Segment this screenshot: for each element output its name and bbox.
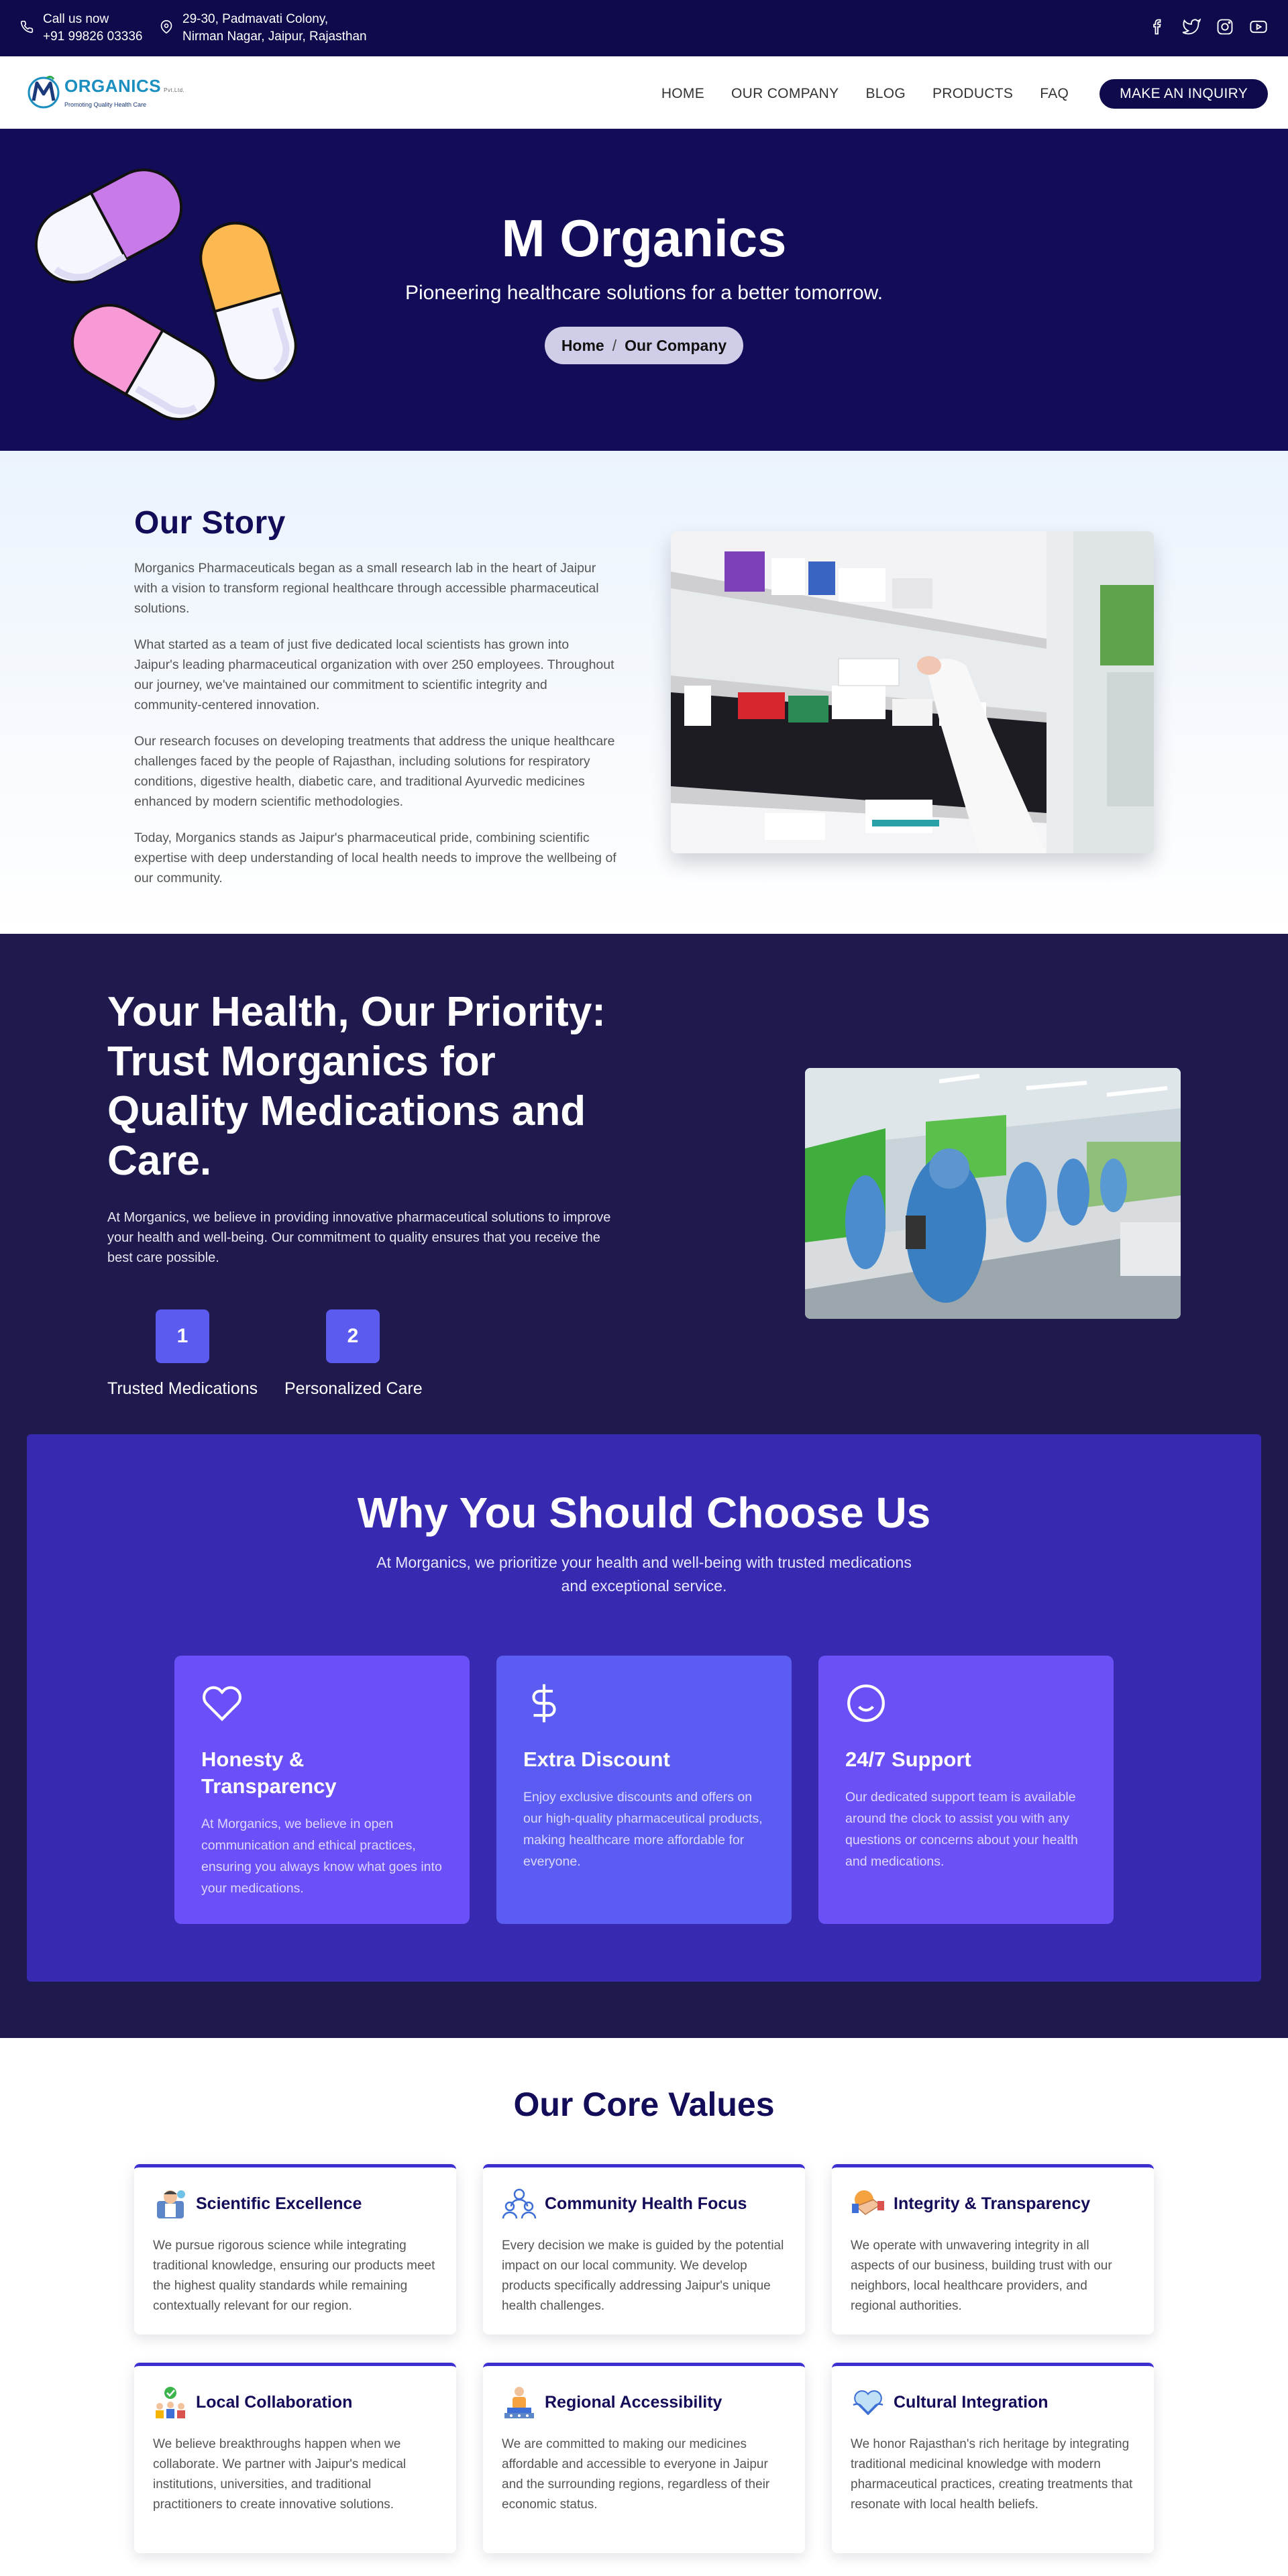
laboratory-photo	[805, 1068, 1181, 1319]
value-card-cultural-integration: Cultural Integration We honor Rajasthan'…	[832, 2363, 1154, 2553]
stat-trusted-medications: 1 Trusted Medications	[107, 1309, 258, 1399]
value-card-text: We are committed to making our medicines…	[502, 2437, 770, 2512]
value-card-scientific-excellence: Scientific Excellence We pursue rigorous…	[134, 2164, 456, 2334]
story-paragraph: Our research focuses on developing treat…	[134, 734, 615, 809]
value-card-text: We operate with unwavering integrity in …	[851, 2239, 1112, 2313]
stat-number: 1	[156, 1309, 209, 1363]
facebook-icon[interactable]	[1148, 17, 1167, 36]
stat-number: 2	[326, 1309, 380, 1363]
nav-item-blog[interactable]: BLOG	[865, 86, 906, 102]
values-title: Our Core Values	[513, 2086, 775, 2123]
logo-tagline: Promoting Quality Health Care	[64, 101, 147, 108]
story-paragraph: What started as a team of just five dedi…	[134, 637, 614, 712]
stat-label: Trusted Medications	[107, 1379, 258, 1398]
hero-title: M Organics	[501, 209, 787, 268]
feature-card-text: At Morganics, we believe in open communi…	[201, 1817, 442, 1896]
stat-label: Personalized Care	[284, 1379, 423, 1398]
breadcrumb-home[interactable]: Home	[561, 337, 604, 355]
breadcrumb: Home / Our Company	[545, 327, 743, 364]
dollar-icon	[532, 1684, 556, 1723]
nav-menu: HOME OUR COMPANY BLOG PRODUCTS FAQ MAKE …	[661, 79, 1268, 109]
value-card-text: We honor Rajasthan's rich heritage by in…	[851, 2437, 1133, 2512]
logo-name: ORGANICS	[64, 75, 162, 96]
pharmacy-shelf-photo	[671, 531, 1154, 853]
twitter-icon[interactable]	[1182, 17, 1201, 36]
story-title: Our Story	[134, 505, 286, 541]
logo-suffix: Pvt.Ltd.	[164, 87, 185, 93]
hero-banner: M Organics Pioneering healthcare solutio…	[0, 129, 1288, 451]
feature-card-text: Our dedicated support team is available …	[845, 1790, 1078, 1869]
smile-icon	[847, 1684, 885, 1722]
value-card-regional-accessibility: Regional Accessibility We are committed …	[483, 2363, 805, 2553]
logo-mark-icon	[28, 75, 60, 109]
address-info: 29-30, Padmavati Colony, Nirman Nagar, J…	[160, 11, 367, 46]
nav-item-faq[interactable]: FAQ	[1040, 86, 1069, 102]
top-bar: Call us now +91 99826 03336 29-30, Padma…	[0, 0, 1288, 56]
breadcrumb-separator: /	[612, 336, 617, 354]
why-choose-us-panel: Why You Should Choose Us At Morganics, w…	[27, 1434, 1261, 1982]
value-card-integrity: Integrity & Transparency We operate with…	[832, 2164, 1154, 2334]
value-card-title: Community Health Focus	[545, 2194, 747, 2213]
value-card-text: We believe breakthroughs happen when we …	[153, 2437, 407, 2512]
social-links	[1148, 17, 1268, 36]
youtube-icon[interactable]	[1249, 17, 1268, 36]
value-card-title: Regional Accessibility	[545, 2392, 722, 2412]
call-info[interactable]: Call us now +91 99826 03336	[20, 11, 142, 46]
nav-item-our-company[interactable]: OUR COMPANY	[731, 86, 839, 102]
breadcrumb-current: Our Company	[625, 336, 727, 354]
nav-item-home[interactable]: HOME	[661, 86, 704, 102]
location-pin-icon	[160, 20, 172, 34]
address-line-1: 29-30, Padmavati Colony,	[182, 12, 329, 26]
value-card-community-health: Community Health Focus Every decision we…	[483, 2164, 805, 2334]
core-values-section: Our Core Values Scientific Excellence We…	[0, 2038, 1288, 2576]
call-label: Call us now	[43, 12, 109, 26]
scientist-icon	[157, 2190, 185, 2218]
feature-card-support: 24/7 Support Our dedicated support team …	[818, 1656, 1114, 1924]
priority-title: Your Health, Our Priority: Trust Morgani…	[107, 989, 606, 1184]
heart-hands-icon	[853, 2390, 883, 2416]
main-navigation: ORGANICS Pvt.Ltd. Promoting Quality Healt…	[0, 56, 1288, 129]
story-paragraph: Morganics Pharmaceuticals began as a sma…	[134, 561, 599, 616]
collaboration-icon	[156, 2387, 185, 2418]
value-card-title: Local Collaboration	[196, 2392, 353, 2412]
feature-card-honesty: Honesty & Transparency At Morganics, we …	[174, 1656, 470, 1924]
make-inquiry-button[interactable]: MAKE AN INQUIRY	[1099, 79, 1268, 109]
handshake-icon	[852, 2190, 884, 2215]
instagram-icon[interactable]	[1216, 17, 1234, 36]
phone-number[interactable]: +91 99826 03336	[43, 28, 142, 46]
value-card-title: Cultural Integration	[894, 2392, 1049, 2412]
community-icon	[502, 2188, 537, 2219]
feature-card-title: Extra Discount	[523, 1748, 670, 1771]
heart-icon	[203, 1686, 241, 1721]
story-paragraph: Today, Morganics stands as Jaipur's phar…	[134, 830, 616, 885]
feature-card-discount: Extra Discount Enjoy exclusive discounts…	[496, 1656, 792, 1924]
value-card-title: Scientific Excellence	[196, 2194, 362, 2213]
priority-section: Your Health, Our Priority: Trust Morgani…	[0, 934, 1288, 2038]
choose-title: Why You Should Choose Us	[357, 1489, 931, 1537]
stat-personalized-care: 2 Personalized Care	[284, 1309, 423, 1399]
priority-text: At Morganics, we believe in providing in…	[107, 1210, 611, 1265]
story-text: Morganics Pharmaceuticals began as a sma…	[134, 558, 617, 904]
hero-subtitle: Pioneering healthcare solutions for a be…	[405, 282, 883, 304]
feature-card-text: Enjoy exclusive discounts and offers on …	[523, 1790, 763, 1869]
phone-icon	[20, 20, 34, 34]
accessibility-icon	[504, 2387, 534, 2418]
address-line-2: Nirman Nagar, Jaipur, Rajasthan	[182, 30, 367, 44]
feature-card-title: Honesty & Transparency	[201, 1748, 337, 1798]
feature-card-title: 24/7 Support	[845, 1748, 971, 1771]
nav-item-products[interactable]: PRODUCTS	[932, 86, 1013, 102]
choose-subtitle: At Morganics, we prioritize your health …	[376, 1554, 912, 1595]
value-card-text: We pursue rigorous science while integra…	[153, 2239, 435, 2313]
our-story-section: Our Story Morganics Pharmaceuticals bega…	[0, 451, 1288, 934]
value-card-text: Every decision we make is guided by the …	[502, 2239, 784, 2313]
value-card-local-collaboration: Local Collaboration We believe breakthro…	[134, 2363, 456, 2553]
value-card-title: Integrity & Transparency	[894, 2194, 1091, 2213]
company-logo[interactable]: ORGANICS Pvt.Ltd. Promoting Quality Healt…	[27, 74, 184, 110]
